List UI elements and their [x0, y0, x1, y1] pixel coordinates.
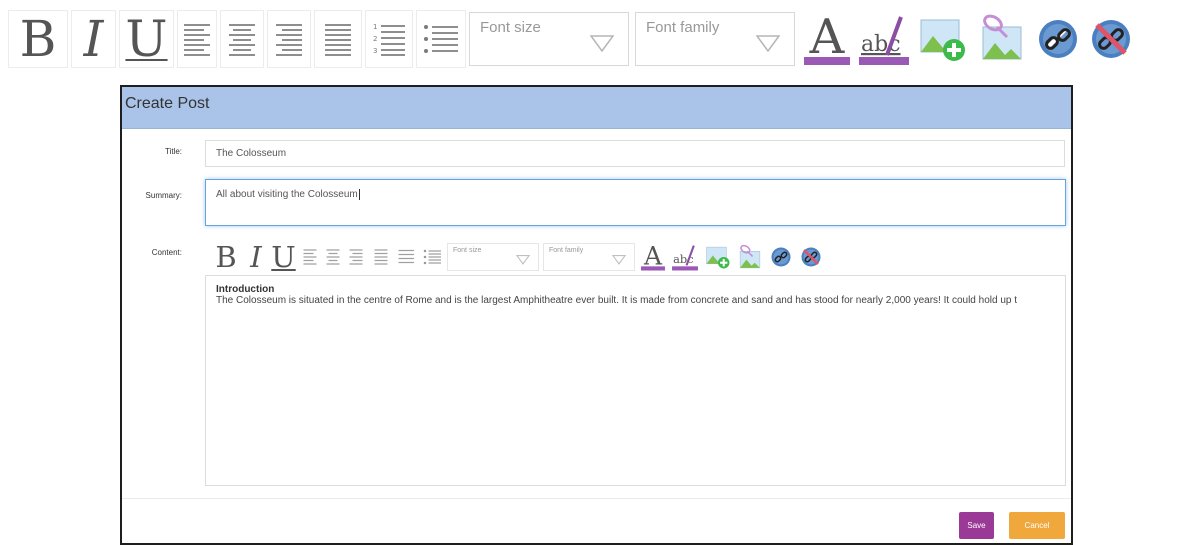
- align-center-button[interactable]: [322, 240, 343, 274]
- text-cursor: [358, 189, 360, 200]
- font-color-button[interactable]: A: [639, 240, 667, 274]
- align-right-icon: [276, 24, 302, 56]
- align-center-button[interactable]: [220, 10, 264, 68]
- main-toolbar: B I U 1 2 3 Font size Font family A abc: [8, 10, 1139, 68]
- align-justify-icon: [325, 24, 351, 56]
- unordered-list-button[interactable]: [419, 240, 445, 274]
- highlight-button[interactable]: abc: [856, 10, 912, 68]
- ordered-list-icon: [398, 249, 414, 264]
- edit-image-icon: [739, 244, 761, 268]
- dialog-header: Create Post: [122, 87, 1071, 129]
- align-right-button[interactable]: [345, 240, 366, 274]
- link-button[interactable]: [767, 240, 795, 274]
- save-button[interactable]: Save: [959, 512, 994, 539]
- dialog-title: Create Post: [125, 95, 210, 112]
- create-post-dialog: Create Post Title: The Colosseum Summary…: [120, 85, 1073, 545]
- svg-text:3: 3: [373, 47, 377, 55]
- font-size-placeholder: Font size: [453, 247, 482, 254]
- font-size-select[interactable]: Font size: [469, 12, 629, 66]
- italic-button[interactable]: I: [244, 240, 268, 274]
- unlink-icon: [1092, 20, 1130, 58]
- insert-image-icon: [706, 246, 730, 269]
- highlight-icon: abc: [859, 16, 909, 65]
- chevron-down-icon: [756, 35, 780, 53]
- font-color-button[interactable]: A: [801, 10, 853, 68]
- title-label: Title:: [164, 147, 182, 156]
- svg-text:2: 2: [373, 35, 377, 43]
- svg-text:1: 1: [373, 23, 377, 31]
- underline-icon: U: [271, 239, 296, 274]
- font-color-glyph: A: [809, 11, 846, 65]
- unordered-list-icon: [423, 249, 441, 265]
- bold-icon: B: [215, 239, 237, 274]
- insert-image-button[interactable]: [915, 10, 971, 68]
- highlight-button[interactable]: abc: [669, 240, 701, 274]
- chevron-down-icon: [590, 35, 614, 53]
- font-color-glyph: A: [643, 242, 663, 270]
- font-size-select[interactable]: Font size: [447, 243, 539, 271]
- font-color-icon: A: [641, 242, 665, 271]
- highlight-icon: abc: [672, 245, 698, 271]
- align-left-icon: [184, 24, 210, 56]
- link-icon: [771, 247, 791, 267]
- align-right-icon: [349, 249, 362, 265]
- font-family-placeholder: Font family: [646, 19, 720, 36]
- font-family-placeholder: Font family: [549, 247, 584, 254]
- align-justify-button[interactable]: [368, 240, 393, 274]
- unordered-list-button[interactable]: [416, 10, 466, 68]
- edit-image-button[interactable]: [735, 240, 765, 274]
- summary-input[interactable]: All about visiting the Colosseum: [205, 179, 1066, 226]
- bold-icon: B: [19, 10, 57, 68]
- title-input[interactable]: The Colosseum: [205, 140, 1065, 167]
- unlink-button[interactable]: [797, 240, 825, 274]
- font-color-icon: A: [804, 11, 850, 65]
- insert-image-button[interactable]: [703, 240, 733, 274]
- ordered-list-button[interactable]: 1 2 3: [365, 10, 413, 68]
- ordered-list-icon: 1 2 3: [373, 23, 405, 56]
- italic-icon: I: [250, 239, 262, 274]
- align-center-icon: [229, 24, 255, 56]
- italic-button[interactable]: I: [71, 10, 116, 68]
- content-body: The Colosseum is situated in the centre …: [216, 295, 1017, 306]
- align-left-icon: [303, 249, 316, 265]
- font-size-placeholder: Font size: [480, 19, 541, 36]
- insert-image-icon: [920, 19, 965, 61]
- link-icon: [1039, 20, 1077, 58]
- edit-image-icon: [982, 14, 1022, 60]
- content-label: Content:: [151, 248, 182, 257]
- align-left-button[interactable]: [299, 240, 320, 274]
- chevron-down-icon: [612, 255, 626, 265]
- align-left-button[interactable]: [177, 10, 217, 68]
- link-button[interactable]: [1033, 10, 1083, 68]
- italic-icon: I: [83, 10, 104, 68]
- summary-value: All about visiting the Colosseum: [216, 189, 358, 200]
- content-toolbar: B I U Font size Font family A abc: [210, 240, 827, 274]
- underline-button[interactable]: U: [270, 240, 297, 274]
- edit-image-button[interactable]: [974, 10, 1030, 68]
- content-editor[interactable]: Introduction The Colosseum is situated i…: [205, 275, 1066, 486]
- underline-button[interactable]: U: [119, 10, 174, 68]
- ordered-list-button[interactable]: [395, 240, 417, 274]
- unordered-list-icon: [424, 25, 458, 53]
- summary-label: Summary:: [145, 191, 182, 200]
- align-center-icon: [326, 249, 339, 265]
- font-family-select[interactable]: Font family: [543, 243, 635, 271]
- underline-icon: U: [125, 10, 168, 68]
- font-family-select[interactable]: Font family: [635, 12, 795, 66]
- align-justify-button[interactable]: [314, 10, 362, 68]
- content-heading: Introduction: [216, 284, 275, 295]
- align-justify-icon: [374, 249, 387, 265]
- footer-divider: [122, 498, 1071, 499]
- unlink-icon: [801, 247, 821, 267]
- chevron-down-icon: [516, 255, 530, 265]
- cancel-button[interactable]: Cancel: [1009, 512, 1065, 539]
- bold-button[interactable]: B: [210, 240, 242, 274]
- align-right-button[interactable]: [267, 10, 311, 68]
- unlink-button[interactable]: [1086, 10, 1136, 68]
- bold-button[interactable]: B: [8, 10, 68, 68]
